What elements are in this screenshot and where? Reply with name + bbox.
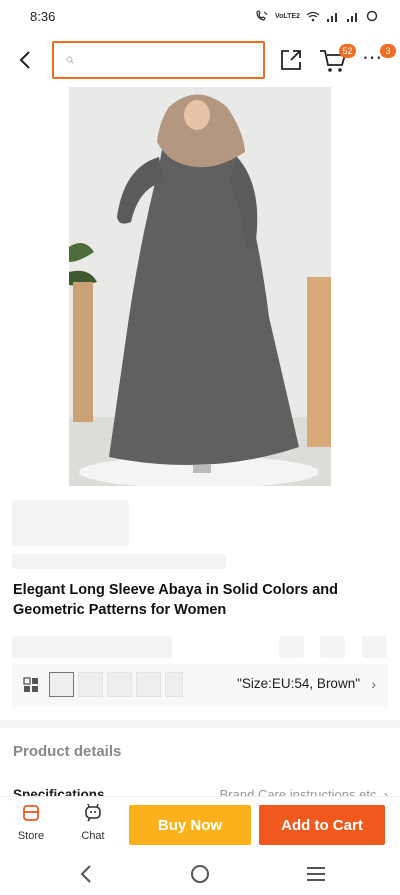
status-icons: VoLTE2 (255, 10, 378, 22)
search-box[interactable] (52, 41, 265, 79)
system-nav-bar (0, 852, 400, 895)
nav-home-icon[interactable] (190, 864, 210, 884)
grid-view-icon (23, 677, 38, 692)
top-bar: 52 ⋯ 3 (0, 38, 400, 82)
rating-skeleton (12, 636, 172, 658)
nav-back-icon[interactable] (76, 862, 96, 886)
volte-label: VoLTE2 (274, 12, 300, 20)
store-label: Store (17, 830, 45, 842)
search-icon (66, 56, 74, 64)
variant-thumb[interactable] (78, 672, 103, 697)
action-skeleton-1 (279, 636, 304, 658)
cart-count-badge: 52 (339, 44, 356, 58)
chat-icon (85, 803, 101, 822)
variant-thumb[interactable] (107, 672, 132, 697)
nav-recents-icon[interactable] (305, 865, 327, 883)
battery-icon (366, 10, 378, 22)
share-icon[interactable] (278, 47, 304, 73)
call-wifi-icon (256, 10, 268, 21)
search-input[interactable] (82, 52, 263, 68)
section-divider (0, 720, 400, 728)
signal-icon (327, 12, 337, 22)
variant-thumb[interactable] (165, 672, 183, 697)
store-button[interactable]: Store (10, 803, 52, 849)
chat-button[interactable]: Chat (72, 803, 114, 849)
product-details-heading: Product details (13, 743, 122, 760)
chevron-right-icon: › (371, 676, 376, 692)
buy-now-button[interactable]: Buy Now (129, 805, 251, 845)
bottom-action-bar: Store Chat Buy Now Add to Cart (0, 796, 400, 852)
store-icon (23, 805, 39, 821)
back-arrow-icon[interactable] (14, 48, 38, 72)
chat-label: Chat (81, 830, 105, 842)
variant-selector[interactable]: "Size:EU:54, Brown" › (12, 664, 388, 706)
product-image[interactable] (69, 87, 331, 486)
signal-icon-2 (347, 12, 357, 22)
subtitle-skeleton (12, 554, 226, 569)
status-time: 8:36 (30, 8, 56, 24)
status-bar: 8:36 VoLTE2 (0, 0, 400, 32)
action-skeleton-3 (362, 636, 387, 658)
selected-variant-text: "Size:EU:54, Brown" (237, 676, 360, 691)
notification-count-badge: 3 (380, 44, 396, 58)
wifi-icon (306, 11, 320, 21)
product-title: Elegant Long Sleeve Abaya in Solid Color… (13, 582, 338, 618)
action-skeleton-2 (320, 636, 345, 658)
product-photo-abaya (69, 87, 331, 486)
variant-thumb-selected[interactable] (49, 672, 74, 697)
price-skeleton (12, 500, 129, 546)
add-to-cart-button[interactable]: Add to Cart (259, 805, 385, 845)
variant-thumb[interactable] (136, 672, 161, 697)
